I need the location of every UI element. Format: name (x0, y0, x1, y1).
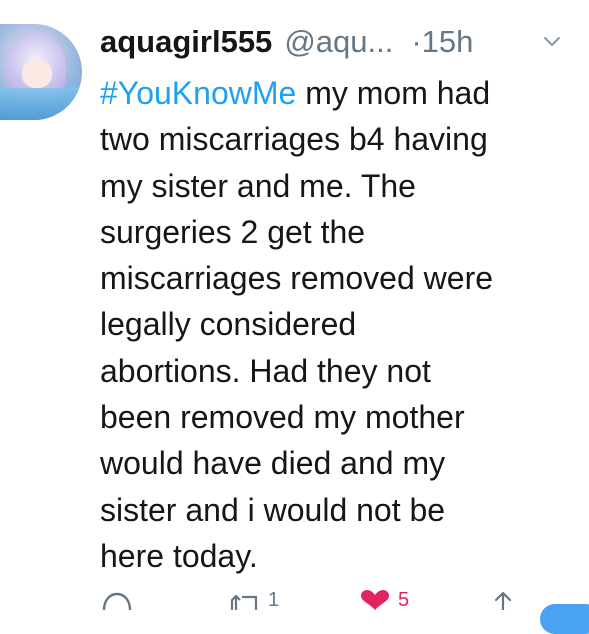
retweet-button[interactable]: 1 (228, 590, 279, 610)
avatar-background (0, 88, 82, 120)
display-name[interactable]: aquagirl555 (100, 24, 272, 60)
user-handle[interactable]: @aqu... (284, 24, 393, 60)
heart-icon (361, 590, 389, 610)
share-button[interactable] (486, 590, 520, 610)
chevron-down-icon[interactable] (543, 33, 561, 51)
tweet-header: aquagirl555 @aqu... · 15h (100, 24, 474, 60)
like-button[interactable]: 5 (358, 590, 409, 610)
reply-button[interactable] (100, 590, 134, 610)
reply-icon (102, 592, 132, 610)
retweet-count: 1 (268, 589, 280, 611)
time-separator: · (411, 24, 422, 59)
avatar-face (22, 60, 52, 88)
tweet-card[interactable]: aquagirl555 @aqu... · 15h #YouKnowMe my … (0, 0, 589, 634)
action-bar: 1 5 (0, 590, 589, 634)
like-count: 5 (398, 589, 410, 611)
tweet-body: my mom had two miscarriages b4 having my… (100, 75, 494, 574)
retweet-icon (230, 594, 258, 610)
hashtag-link[interactable]: #YouKnowMe (100, 75, 296, 111)
tweet-timestamp[interactable]: 15h (422, 24, 474, 60)
tweet-text: #YouKnowMe my mom had two miscarriages b… (100, 70, 570, 579)
avatar[interactable] (0, 24, 82, 120)
share-icon (494, 591, 512, 610)
